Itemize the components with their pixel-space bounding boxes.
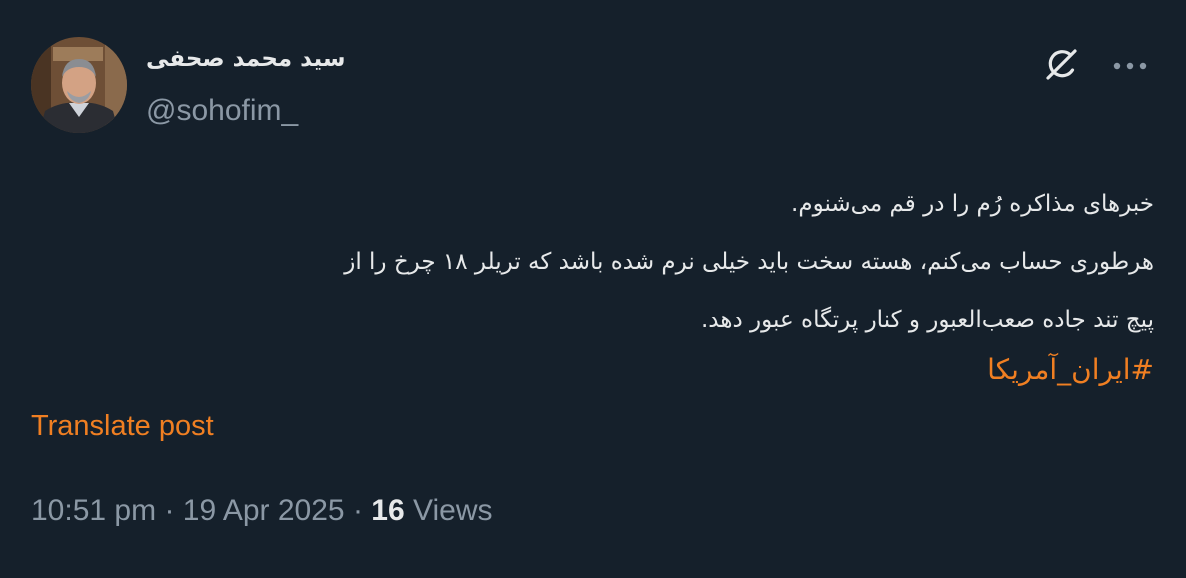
views-label: Views — [413, 494, 493, 527]
post-text-line: خبرهای مذاکره رُم را در قم می‌شنوم. — [791, 191, 1154, 217]
post-text-line: پیچ تند جاده صعب‌العبور و کنار پرتگاه عب… — [700, 307, 1154, 333]
avatar[interactable] — [31, 37, 127, 133]
author-display-name[interactable]: سید محمد صحفی — [146, 46, 345, 72]
avatar-photo — [31, 37, 127, 133]
post-time[interactable]: 10:51 pm — [31, 494, 156, 527]
meta-separator: · — [352, 494, 363, 527]
grok-icon[interactable] — [1040, 44, 1082, 86]
views-count: 16 — [371, 494, 405, 527]
post-date[interactable]: 19 Apr 2025 — [183, 494, 345, 527]
hashtag-text[interactable]: #ایران_آمریکا — [987, 353, 1154, 386]
translate-post-link[interactable]: Translate post — [31, 410, 214, 443]
more-icon[interactable] — [1110, 46, 1150, 86]
post-meta: 10:51 pm · 19 Apr 2025 · 16 Views — [31, 494, 492, 528]
post-text: خبرهای مذاکره رُم را در قم می‌شنوم. هرطو… — [30, 175, 1154, 349]
hashtag-link[interactable]: #ایران_آمریکا — [30, 344, 1154, 396]
meta-separator: · — [164, 494, 175, 527]
post-text-line: هرطوری حساب می‌کنم، هسته سخت باید خیلی ن… — [344, 249, 1154, 275]
author-handle[interactable]: @sohofim_ — [146, 94, 298, 128]
